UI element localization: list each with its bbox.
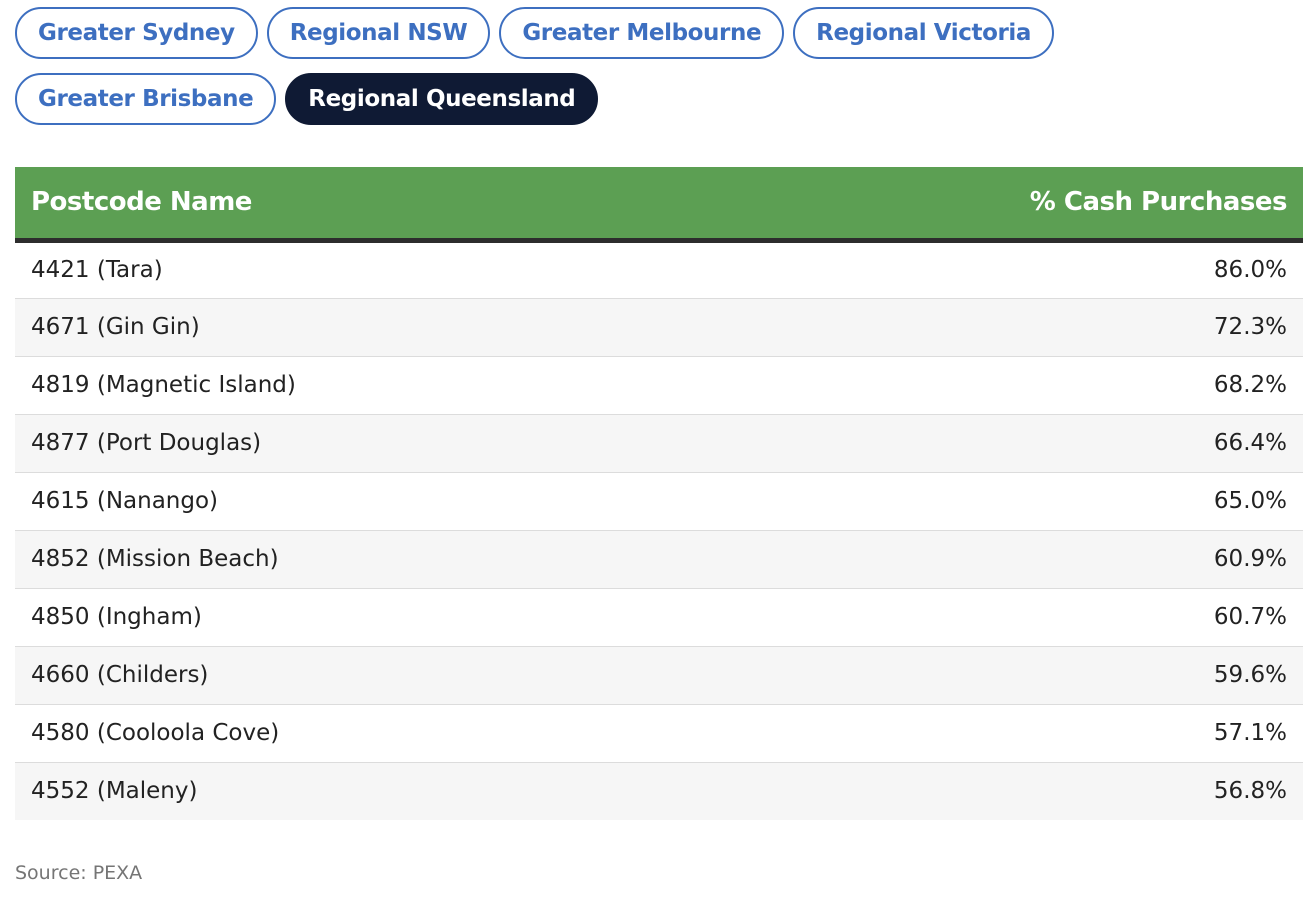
cell-cash-purchases: 66.4% xyxy=(659,414,1303,473)
table-row: 4580 (Cooloola Cove) 57.1% xyxy=(15,704,1303,763)
tab-greater-melbourne[interactable]: Greater Melbourne xyxy=(499,7,785,59)
cell-postcode-name: 4580 (Cooloola Cove) xyxy=(15,704,659,763)
cell-cash-purchases: 60.7% xyxy=(659,588,1303,647)
cell-cash-purchases: 57.1% xyxy=(659,704,1303,763)
table-body: 4421 (Tara) 86.0% 4671 (Gin Gin) 72.3% 4… xyxy=(15,240,1303,820)
table-row: 4877 (Port Douglas) 66.4% xyxy=(15,414,1303,473)
cell-postcode-name: 4850 (Ingham) xyxy=(15,588,659,647)
table-row: 4852 (Mission Beach) 60.9% xyxy=(15,530,1303,589)
region-tabs: Greater Sydney Regional NSW Greater Melb… xyxy=(15,7,1303,125)
cash-purchases-table: Postcode Name % Cash Purchases 4421 (Tar… xyxy=(15,167,1303,820)
tab-regional-nsw[interactable]: Regional NSW xyxy=(266,7,491,59)
cell-postcode-name: 4877 (Port Douglas) xyxy=(15,414,659,473)
cell-cash-purchases: 68.2% xyxy=(659,356,1303,415)
table-row: 4850 (Ingham) 60.7% xyxy=(15,588,1303,647)
cell-cash-purchases: 60.9% xyxy=(659,530,1303,589)
cell-postcode-name: 4671 (Gin Gin) xyxy=(15,298,659,357)
tab-regional-queensland[interactable]: Regional Queensland xyxy=(285,73,599,125)
table-row: 4819 (Magnetic Island) 68.2% xyxy=(15,356,1303,415)
cell-postcode-name: 4615 (Nanango) xyxy=(15,472,659,531)
table-row: 4552 (Maleny) 56.8% xyxy=(15,762,1303,820)
cash-purchases-table-container: Postcode Name % Cash Purchases 4421 (Tar… xyxy=(15,167,1303,820)
cell-postcode-name: 4421 (Tara) xyxy=(15,240,659,299)
cell-cash-purchases: 72.3% xyxy=(659,298,1303,357)
tab-greater-brisbane[interactable]: Greater Brisbane xyxy=(15,73,277,125)
header-cash-purchases: % Cash Purchases xyxy=(659,167,1303,243)
tab-greater-sydney[interactable]: Greater Sydney xyxy=(15,7,258,59)
cell-postcode-name: 4819 (Magnetic Island) xyxy=(15,356,659,415)
cell-cash-purchases: 56.8% xyxy=(659,762,1303,820)
cell-cash-purchases: 59.6% xyxy=(659,646,1303,705)
cell-cash-purchases: 65.0% xyxy=(659,472,1303,531)
table-row: 4615 (Nanango) 65.0% xyxy=(15,472,1303,531)
cell-cash-purchases: 86.0% xyxy=(659,240,1303,299)
table-row: 4421 (Tara) 86.0% xyxy=(15,240,1303,299)
cell-postcode-name: 4660 (Childers) xyxy=(15,646,659,705)
header-postcode-name: Postcode Name xyxy=(15,167,659,243)
cell-postcode-name: 4852 (Mission Beach) xyxy=(15,530,659,589)
table-header-row: Postcode Name % Cash Purchases xyxy=(15,167,1303,243)
cell-postcode-name: 4552 (Maleny) xyxy=(15,762,659,820)
table-row: 4660 (Childers) 59.6% xyxy=(15,646,1303,705)
source-note: Source: PEXA xyxy=(15,862,143,884)
table-row: 4671 (Gin Gin) 72.3% xyxy=(15,298,1303,357)
tab-regional-victoria[interactable]: Regional Victoria xyxy=(793,7,1055,59)
table-header: Postcode Name % Cash Purchases xyxy=(15,167,1303,243)
